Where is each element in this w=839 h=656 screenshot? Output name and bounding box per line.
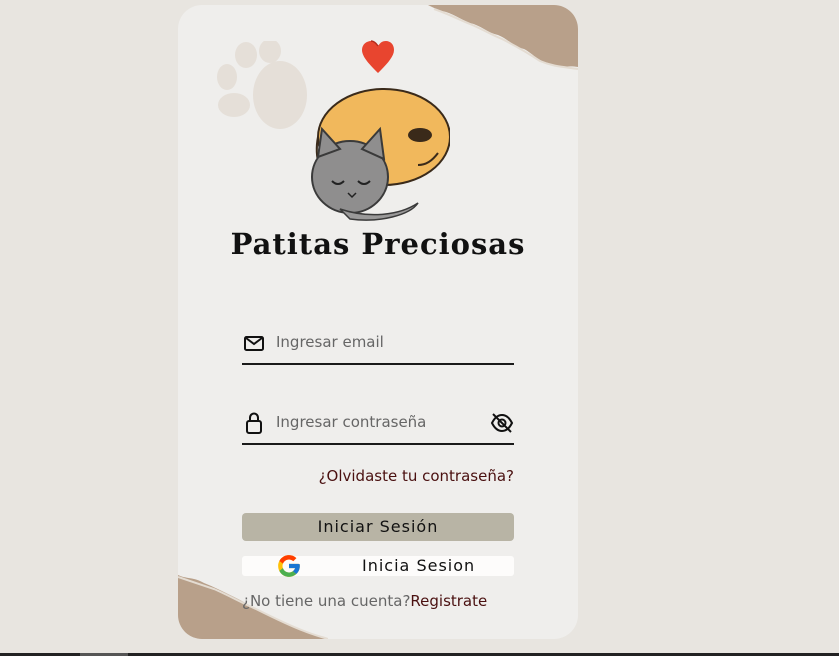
forgot-password-link[interactable]: ¿Olvidaste tu contraseña? [242, 467, 514, 485]
signup-prompt: ¿No tiene una cuenta?Registrate [242, 592, 487, 610]
google-icon [278, 555, 300, 577]
dog-cat-logo [311, 88, 450, 221]
login-card: Patitas Preciosas ¿Olvidaste tu contrase… [178, 5, 578, 639]
email-field-group [242, 323, 514, 365]
google-signin-button[interactable]: Inicia Sesion [242, 555, 514, 577]
password-input[interactable] [276, 410, 476, 434]
torn-paper-decoration [428, 5, 578, 70]
brand-title: Patitas Preciosas [230, 227, 526, 261]
lock-icon [246, 412, 262, 434]
heart-icon [362, 40, 394, 73]
email-input[interactable] [276, 330, 476, 354]
google-signin-label: Inicia Sesion [362, 556, 476, 575]
eye-off-icon[interactable] [490, 412, 514, 434]
paw-print-icon [217, 41, 307, 129]
mail-icon [244, 336, 264, 351]
signup-link[interactable]: Registrate [410, 592, 487, 610]
login-button[interactable]: Iniciar Sesión [242, 513, 514, 541]
password-field-group [242, 403, 514, 445]
signup-prompt-text: ¿No tiene una cuenta? [242, 592, 411, 610]
